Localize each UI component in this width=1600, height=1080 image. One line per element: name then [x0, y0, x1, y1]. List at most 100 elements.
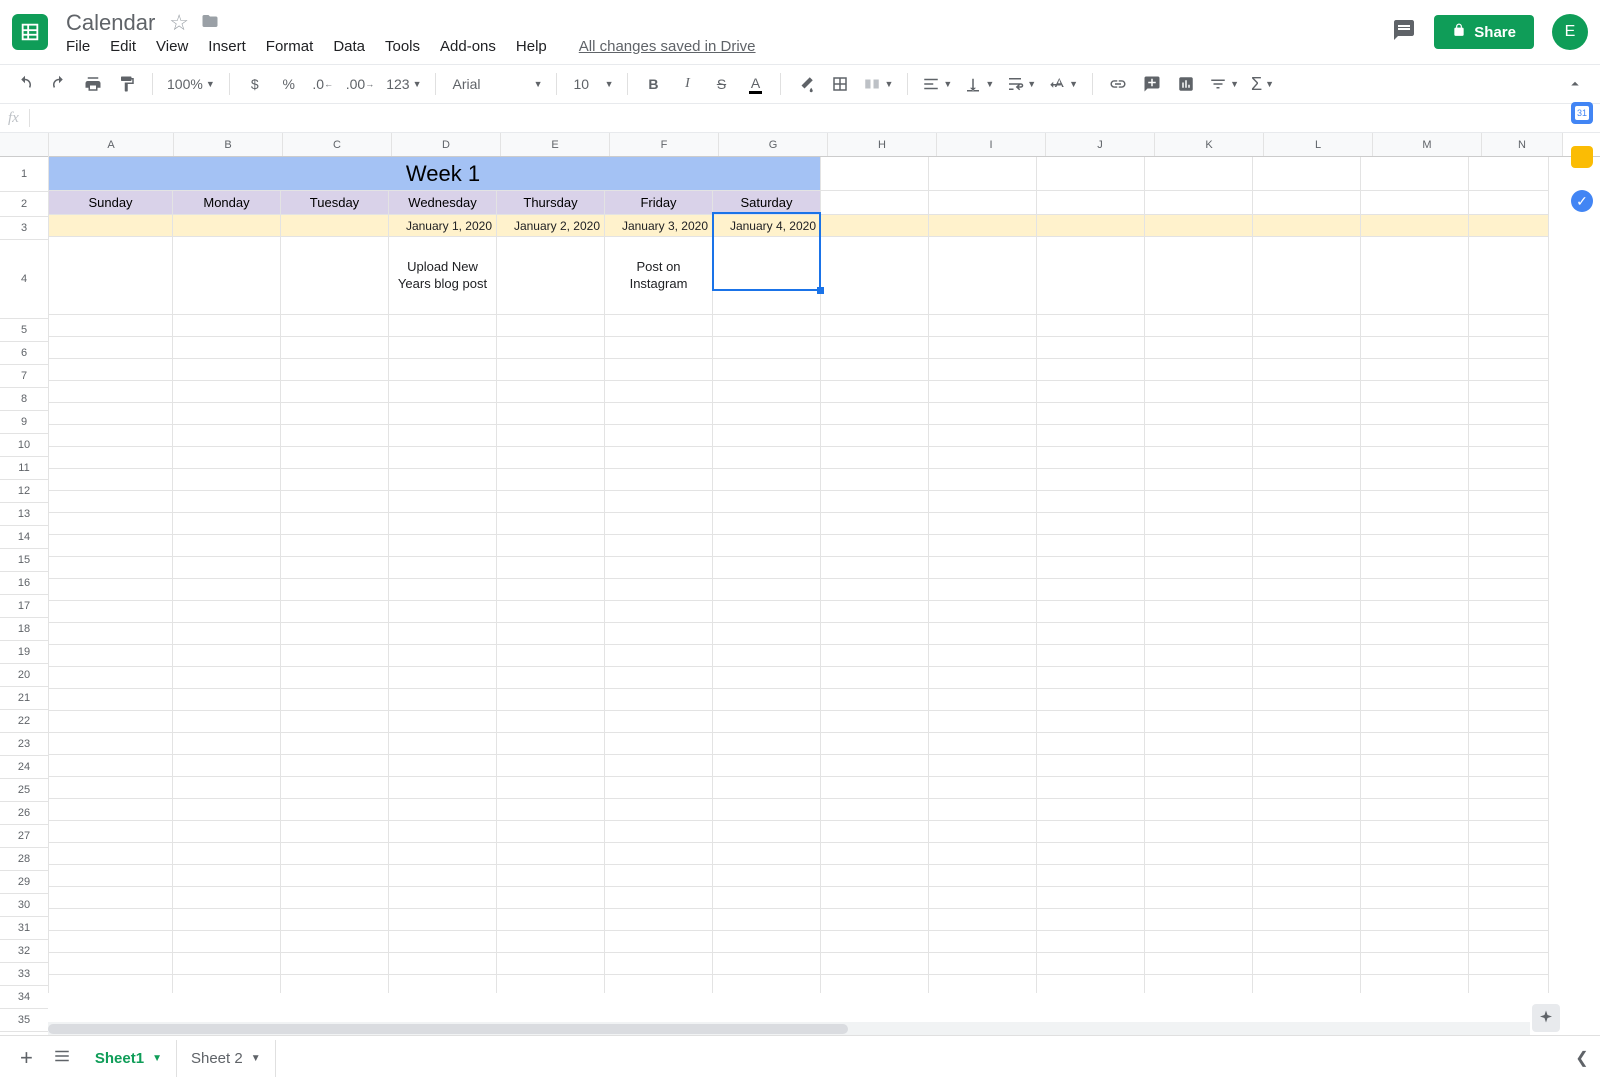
row-header[interactable]: 29: [0, 871, 48, 894]
horizontal-scrollbar[interactable]: [48, 1022, 1530, 1036]
row-header[interactable]: 10: [0, 434, 48, 457]
cell[interactable]: [821, 425, 929, 447]
cell[interactable]: [389, 535, 497, 557]
row-header[interactable]: 1: [0, 157, 48, 192]
cell[interactable]: [173, 157, 281, 191]
cell[interactable]: [389, 799, 497, 821]
row-header[interactable]: 13: [0, 503, 48, 526]
cell[interactable]: [1253, 667, 1361, 689]
cell[interactable]: [1145, 535, 1253, 557]
cell[interactable]: [929, 215, 1037, 237]
cell[interactable]: [605, 491, 713, 513]
column-header[interactable]: J: [1046, 133, 1155, 156]
column-header[interactable]: N: [1482, 133, 1563, 156]
menu-help[interactable]: Help: [516, 38, 547, 55]
cell[interactable]: [1145, 237, 1253, 315]
cell[interactable]: [497, 237, 605, 315]
cell[interactable]: [281, 887, 389, 909]
insert-chart-button[interactable]: [1171, 71, 1201, 97]
cell[interactable]: [929, 777, 1037, 799]
cell[interactable]: [1361, 359, 1469, 381]
cell[interactable]: [929, 645, 1037, 667]
cell[interactable]: [1037, 425, 1145, 447]
cell[interactable]: [1253, 237, 1361, 315]
cell[interactable]: [497, 535, 605, 557]
cell[interactable]: [389, 975, 497, 993]
cell[interactable]: [1037, 689, 1145, 711]
cell[interactable]: [497, 337, 605, 359]
cell[interactable]: [497, 447, 605, 469]
column-header[interactable]: H: [828, 133, 937, 156]
row-header[interactable]: 18: [0, 618, 48, 641]
text-rotation-button[interactable]: ▼: [1044, 71, 1082, 97]
cell[interactable]: [1253, 843, 1361, 865]
cell[interactable]: [1145, 601, 1253, 623]
cell[interactable]: [713, 667, 821, 689]
cell[interactable]: [281, 359, 389, 381]
cell[interactable]: [1361, 887, 1469, 909]
cell[interactable]: [821, 513, 929, 535]
cell[interactable]: [1037, 975, 1145, 993]
cell[interactable]: [821, 157, 929, 191]
cell[interactable]: [389, 711, 497, 733]
cell[interactable]: [605, 381, 713, 403]
cell[interactable]: [497, 799, 605, 821]
cell[interactable]: [173, 755, 281, 777]
cell[interactable]: [713, 711, 821, 733]
cell[interactable]: [929, 535, 1037, 557]
cell[interactable]: January 3, 2020: [605, 215, 713, 237]
row-header[interactable]: 14: [0, 526, 48, 549]
row-header[interactable]: 35: [0, 1009, 48, 1032]
cell[interactable]: [1361, 535, 1469, 557]
cell[interactable]: [1469, 557, 1549, 579]
cell[interactable]: [1253, 315, 1361, 337]
row-header[interactable]: 17: [0, 595, 48, 618]
cell[interactable]: [389, 579, 497, 601]
cell[interactable]: [929, 447, 1037, 469]
cell[interactable]: [49, 157, 173, 191]
cell[interactable]: [497, 733, 605, 755]
cell[interactable]: [281, 557, 389, 579]
cell[interactable]: [713, 909, 821, 931]
cell[interactable]: [1145, 425, 1253, 447]
cell[interactable]: [1145, 843, 1253, 865]
cell[interactable]: [173, 557, 281, 579]
cell[interactable]: [1253, 337, 1361, 359]
cell[interactable]: [1361, 469, 1469, 491]
cell[interactable]: [1037, 469, 1145, 491]
cell[interactable]: [1469, 237, 1549, 315]
menu-addons[interactable]: Add-ons: [440, 38, 496, 55]
cell[interactable]: [389, 821, 497, 843]
cell[interactable]: [1361, 215, 1469, 237]
cell[interactable]: [929, 887, 1037, 909]
cell[interactable]: [173, 931, 281, 953]
cell[interactable]: [605, 953, 713, 975]
cell[interactable]: [1361, 337, 1469, 359]
cell[interactable]: [1361, 843, 1469, 865]
cell[interactable]: [929, 469, 1037, 491]
cell[interactable]: Tuesday: [281, 191, 389, 215]
cell[interactable]: [929, 689, 1037, 711]
cell[interactable]: [1145, 337, 1253, 359]
cell[interactable]: [605, 579, 713, 601]
cell[interactable]: [713, 359, 821, 381]
cell[interactable]: [49, 447, 173, 469]
print-button[interactable]: [78, 71, 108, 97]
cell[interactable]: [497, 359, 605, 381]
cell[interactable]: [605, 623, 713, 645]
cell[interactable]: [281, 381, 389, 403]
cell[interactable]: [713, 799, 821, 821]
cell[interactable]: [281, 403, 389, 425]
cell[interactable]: [281, 777, 389, 799]
cell[interactable]: [713, 403, 821, 425]
cell[interactable]: [281, 579, 389, 601]
italic-button[interactable]: I: [672, 72, 702, 96]
cell[interactable]: [1469, 645, 1549, 667]
cell[interactable]: [1361, 953, 1469, 975]
column-header[interactable]: C: [283, 133, 392, 156]
cell[interactable]: [1253, 191, 1361, 215]
cell[interactable]: [1253, 909, 1361, 931]
cell[interactable]: [1145, 953, 1253, 975]
cell[interactable]: [1469, 469, 1549, 491]
cell[interactable]: [1037, 237, 1145, 315]
